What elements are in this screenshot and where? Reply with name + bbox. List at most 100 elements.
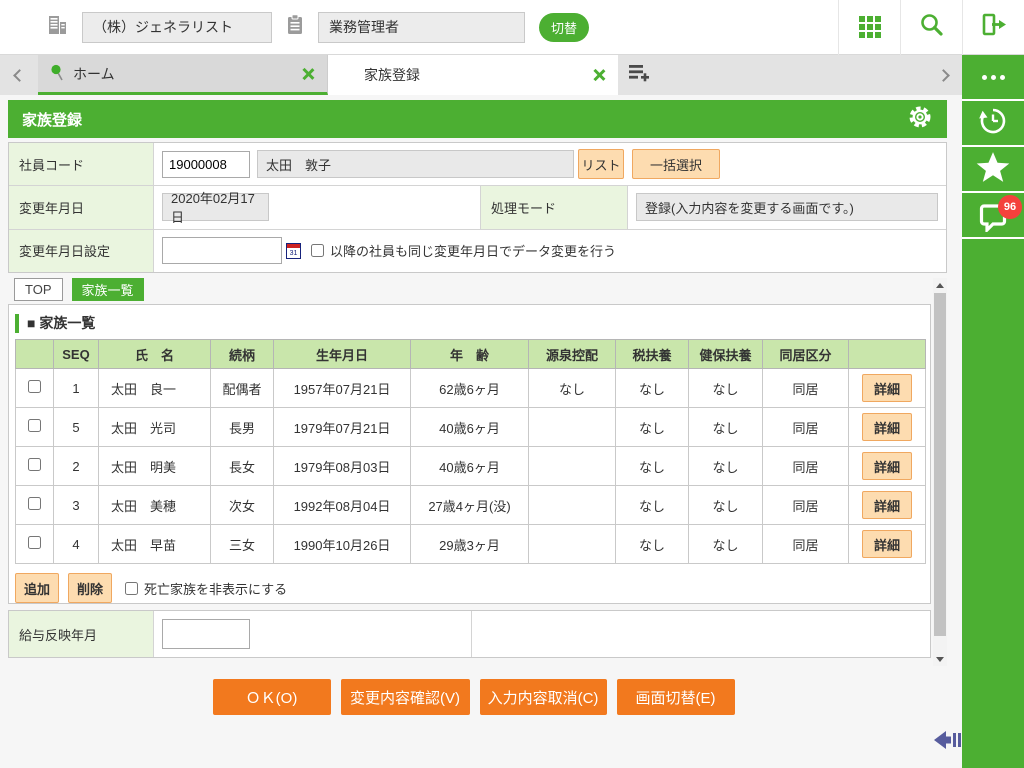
tab-family-registration[interactable]: 家族登録: [328, 55, 618, 95]
role-input[interactable]: [318, 11, 525, 43]
section-accent-bar: [15, 313, 19, 333]
subtab-top[interactable]: TOP: [14, 278, 63, 301]
row-select-checkbox[interactable]: [28, 419, 41, 432]
row-select-checkbox[interactable]: [28, 536, 41, 549]
cell-name: 太田 美穂: [98, 485, 211, 525]
col-health-dependent: 健保扶養: [688, 339, 763, 369]
delete-button[interactable]: 削除: [68, 573, 112, 603]
detail-button[interactable]: 詳細: [862, 452, 912, 480]
scrollbar-thumb[interactable]: [934, 293, 946, 636]
detail-button[interactable]: 詳細: [862, 413, 912, 441]
form-row-employee-code: 社員コード 太田 敦子 リスト 一括選択: [9, 143, 946, 187]
apply-same-date-checkbox[interactable]: [311, 244, 324, 258]
switch-screen-button[interactable]: 画面切替(E): [616, 679, 735, 715]
cell-birthdate: 1992年08月04日: [273, 485, 411, 525]
screen-title-bar: 家族登録: [8, 100, 947, 138]
footer-buttons: ＯＫ(O) 変更内容確認(V) 入力内容取消(C) 画面切替(E): [0, 679, 947, 715]
table-row: 2 太田 明美 長女 1979年08月03日 40歳6ヶ月 なし なし 同居 詳…: [15, 446, 926, 486]
process-mode-label: 処理モード: [480, 186, 628, 229]
vertical-scrollbar[interactable]: [933, 278, 947, 666]
search-button[interactable]: [900, 0, 962, 55]
cell-relation: 長男: [210, 407, 274, 447]
row-select-checkbox[interactable]: [28, 458, 41, 471]
change-date-setting-input[interactable]: [162, 237, 282, 265]
detail-button[interactable]: 詳細: [862, 530, 912, 558]
col-select: [15, 339, 54, 369]
more-icon: [981, 74, 1005, 80]
cell-name: 太田 明美: [98, 446, 211, 486]
cell-tax-dependent: なし: [615, 407, 689, 447]
tab-scroll-right-button[interactable]: [924, 55, 962, 95]
cell-age: 62歳6ヶ月: [410, 368, 529, 408]
section-title: ■ 家族一覧: [15, 311, 930, 335]
cell-seq: 2: [53, 446, 99, 486]
cell-birthdate: 1957年07月21日: [273, 368, 411, 408]
col-birthdate: 生年月日: [273, 339, 411, 369]
add-button[interactable]: 追加: [15, 573, 59, 603]
tab-active-label: 家族登録: [364, 67, 420, 83]
close-icon[interactable]: [592, 68, 606, 82]
form-row-change-date-setting: 変更年月日設定 31 以降の社員も同じ変更年月日でデータ変更を行う: [9, 229, 946, 272]
apps-grid-button[interactable]: [838, 0, 900, 55]
table-actions: 追加 削除 死亡家族を非表示にする: [15, 573, 930, 603]
star-icon: [976, 151, 1010, 188]
cell-age: 27歳4ヶ月(没): [410, 485, 529, 525]
logout-button[interactable]: [962, 0, 1024, 55]
table-row: 3 太田 美穂 次女 1992年08月04日 27歳4ヶ月(没) なし なし 同…: [15, 485, 926, 525]
cell-seq: 4: [53, 524, 99, 564]
logout-icon: [980, 11, 1007, 43]
col-seq: SEQ: [53, 339, 99, 369]
detail-button[interactable]: 詳細: [862, 374, 912, 402]
bulk-select-button[interactable]: 一括選択: [632, 149, 720, 180]
scroll-up-button[interactable]: [933, 278, 947, 292]
change-date-setting-label: 変更年月日設定: [9, 229, 154, 272]
col-living: 同居区分: [762, 339, 849, 369]
salary-month-panel: 給与反映年月: [8, 610, 931, 658]
gear-icon[interactable]: [907, 104, 933, 135]
collapse-panel-button[interactable]: [934, 727, 962, 758]
hide-deceased-checkbox[interactable]: [125, 581, 138, 595]
employee-code-input[interactable]: [162, 150, 250, 178]
salary-empty-cell: [471, 611, 930, 657]
row-select-checkbox[interactable]: [28, 497, 41, 510]
more-button[interactable]: [962, 55, 1024, 101]
cell-health-dependent: なし: [688, 407, 763, 447]
notifications-button[interactable]: 96: [962, 193, 1024, 239]
detail-button[interactable]: 詳細: [862, 491, 912, 519]
section-title-text: ■ 家族一覧: [27, 315, 96, 331]
new-tab-icon: [627, 62, 651, 89]
tab-scroll-left-button[interactable]: [0, 55, 38, 95]
scroll-down-button[interactable]: [933, 652, 947, 666]
calendar-icon[interactable]: 31: [286, 242, 301, 259]
cell-living: 同居: [762, 446, 849, 486]
favorites-button[interactable]: [962, 147, 1024, 193]
cancel-input-button[interactable]: 入力内容取消(C): [479, 679, 607, 715]
company-input[interactable]: [82, 11, 272, 43]
family-list-panel: ■ 家族一覧 SEQ 氏 名 続柄 生年月日 年 齢 源泉控配 税扶養 健保扶養…: [8, 304, 931, 604]
switch-button[interactable]: 切替: [539, 12, 589, 42]
confirm-changes-button[interactable]: 変更内容確認(V): [340, 679, 470, 715]
cell-name: 太田 光司: [98, 407, 211, 447]
family-table: SEQ 氏 名 続柄 生年月日 年 齢 源泉控配 税扶養 健保扶養 同居区分 1…: [15, 339, 926, 564]
cell-tax-dependent: なし: [615, 485, 689, 525]
row-select-checkbox[interactable]: [28, 380, 41, 393]
cell-withholding: [528, 524, 616, 564]
change-date-label: 変更年月日: [9, 186, 154, 229]
building-icon: [46, 14, 68, 41]
salary-month-input[interactable]: [162, 619, 250, 649]
cell-tax-dependent: なし: [615, 368, 689, 408]
ok-button[interactable]: ＯＫ(O): [212, 679, 331, 715]
col-withholding: 源泉控配: [528, 339, 616, 369]
cell-name: 太田 良一: [98, 368, 211, 408]
new-tab-button[interactable]: [618, 55, 660, 95]
list-button[interactable]: リスト: [578, 149, 624, 180]
page-title: 家族登録: [22, 111, 83, 129]
tab-home[interactable]: ホーム: [38, 55, 328, 95]
close-icon[interactable]: [301, 67, 315, 81]
right-sidebar: 96: [962, 55, 1024, 768]
history-button[interactable]: [962, 101, 1024, 147]
cell-tax-dependent: なし: [615, 446, 689, 486]
notification-badge: 96: [998, 195, 1022, 219]
subtab-family-list[interactable]: 家族一覧: [71, 278, 144, 301]
chevron-left-icon: [12, 68, 26, 82]
